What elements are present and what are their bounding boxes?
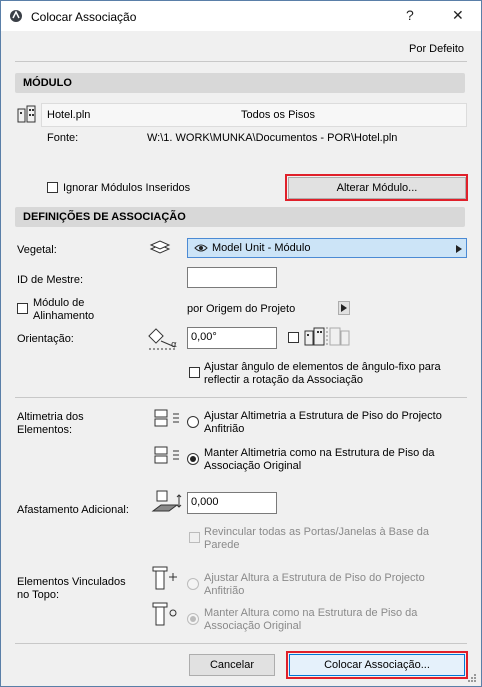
resize-grip-icon[interactable] <box>467 673 477 686</box>
module-file-name: Hotel.pln <box>47 109 91 121</box>
cancel-button[interactable]: Cancelar <box>189 654 275 676</box>
rotation-angle-icon: α <box>147 327 181 356</box>
source-label: Fonte: <box>47 132 79 144</box>
top-linked-label: Elementos Vinculados no Topo: <box>17 576 126 601</box>
elevation-keep-radio[interactable] <box>187 453 199 465</box>
master-id-label: ID de Mestre: <box>17 274 84 286</box>
top-link-adjust-radio[interactable] <box>187 578 199 590</box>
elevation-adjust-icon <box>153 408 181 433</box>
master-id-input[interactable] <box>187 267 277 288</box>
elevation-keep-icon <box>153 445 181 470</box>
dialog-window: Colocar Associação ? ✕ Por Defeito MÓDUL… <box>0 0 482 687</box>
top-link-keep-icon <box>151 601 181 630</box>
orientation-input[interactable]: 0,00° <box>187 327 277 349</box>
offset-label: Afastamento Adicional: <box>17 504 129 516</box>
building-module-icon <box>17 105 37 126</box>
layer-icon <box>149 239 171 258</box>
arrow-right-icon <box>456 244 462 256</box>
source-path: W:\1. WORK\MUNKA\Documentos - POR\Hotel.… <box>147 132 398 144</box>
top-link-keep-label: Manter Altura como na Estrutura de Piso … <box>204 607 418 632</box>
orientation-label: Orientação: <box>17 333 74 345</box>
divider <box>15 643 467 644</box>
highlight-box <box>285 174 468 201</box>
divider <box>15 61 467 62</box>
vegetal-value: Model Unit - Módulo <box>212 242 311 254</box>
alignment-value: por Origem do Projeto <box>187 303 296 315</box>
module-section-header: MÓDULO <box>15 73 465 93</box>
settings-section-header: DEFINIÇÕES DE ASSOCIAÇÃO <box>15 207 465 227</box>
elevation-label: Altimetria dos Elementos: <box>17 411 84 436</box>
default-link[interactable]: Por Defeito <box>409 43 464 55</box>
help-button[interactable]: ? <box>406 7 414 23</box>
elevation-adjust-label: Ajustar Altimetria a Estrutura de Piso d… <box>204 410 442 435</box>
vegetal-label: Vegetal: <box>17 244 57 256</box>
elevation-keep-label: Manter Altimetria como na Estrutura de P… <box>204 447 435 472</box>
adjust-angle-label: Ajustar ângulo de elementos de ângulo-fi… <box>204 361 441 386</box>
top-link-adjust-icon <box>151 565 181 594</box>
mirror-building-icon <box>303 327 351 350</box>
relink-checkbox[interactable] <box>189 532 200 543</box>
offset-input[interactable]: 0,000 <box>187 492 277 514</box>
vegetal-dropdown[interactable]: Model Unit - Módulo <box>187 238 467 258</box>
alignment-label: Módulo de Alinhamento <box>33 297 95 322</box>
archicad-logo-icon <box>9 9 23 26</box>
ignore-modules-checkbox[interactable] <box>47 182 58 193</box>
top-link-adjust-label: Ajustar Altura a Estrutura de Piso do Pr… <box>204 572 425 597</box>
mirror-checkbox[interactable] <box>288 332 299 343</box>
highlight-box <box>286 651 468 679</box>
ignore-modules-label: Ignorar Módulos Inseridos <box>63 182 191 194</box>
title-bar: Colocar Associação ? ✕ <box>1 1 481 31</box>
top-link-keep-radio[interactable] <box>187 613 199 625</box>
adjust-angle-checkbox[interactable] <box>189 367 200 378</box>
eye-icon <box>194 243 208 256</box>
svg-text:α: α <box>171 340 177 350</box>
alignment-arrow-button[interactable] <box>338 301 350 315</box>
divider <box>15 397 467 398</box>
elevation-adjust-radio[interactable] <box>187 416 199 428</box>
module-floors: Todos os Pisos <box>241 109 315 121</box>
offset-icon <box>151 489 185 518</box>
window-title: Colocar Associação <box>31 10 137 24</box>
relink-label: Revincular todas as Portas/Janelas à Bas… <box>204 526 430 551</box>
alignment-checkbox[interactable] <box>17 303 28 314</box>
close-button[interactable]: ✕ <box>452 7 464 24</box>
